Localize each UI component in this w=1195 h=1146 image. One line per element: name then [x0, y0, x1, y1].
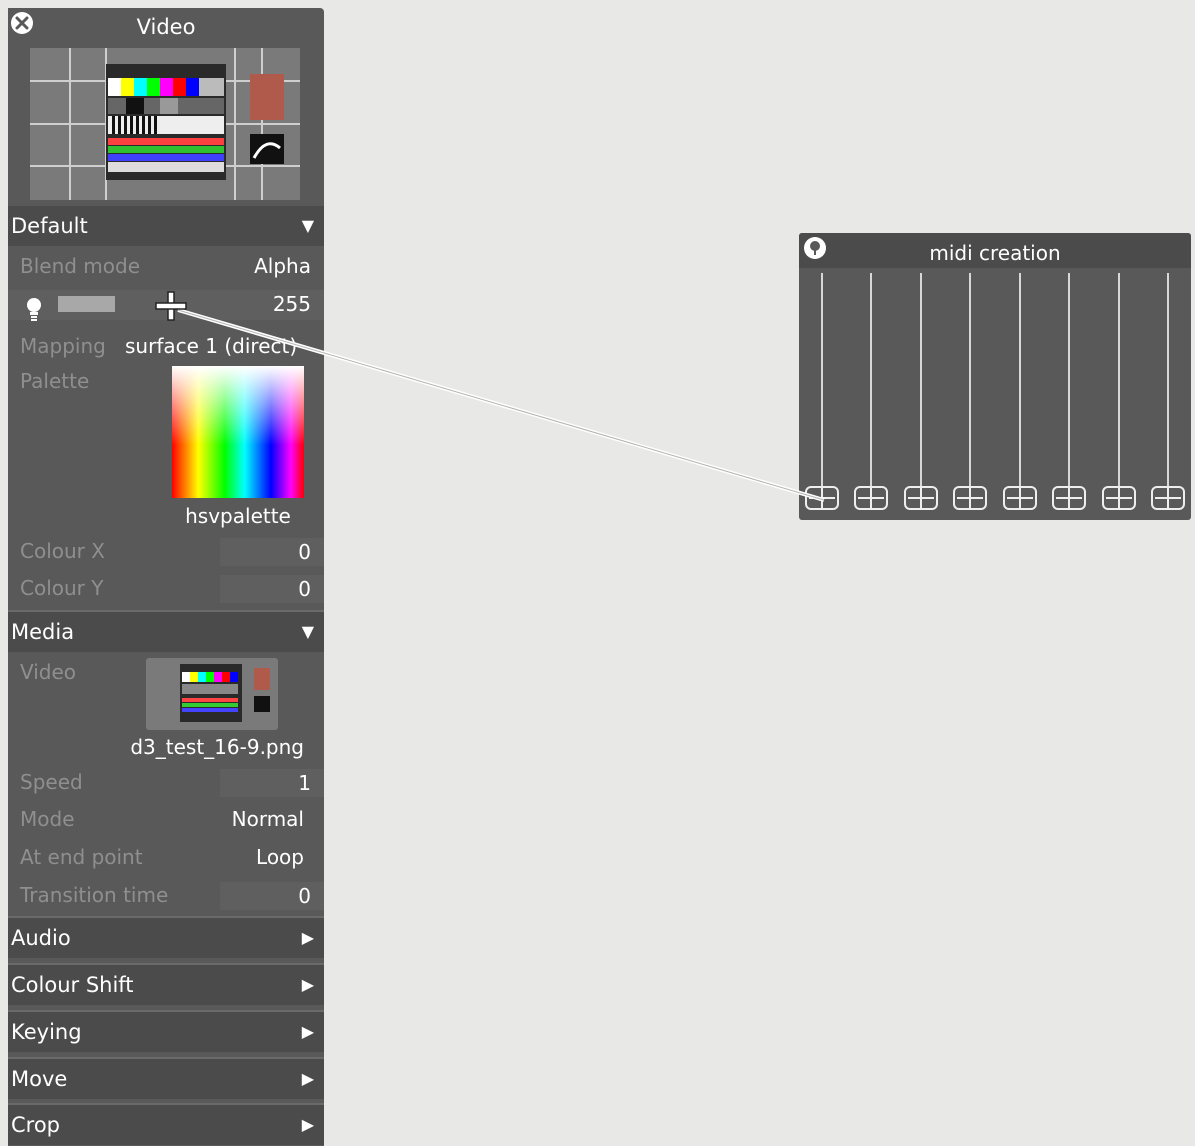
at-end-point-value[interactable]: Loop: [256, 845, 304, 869]
section-header-audio[interactable]: Audio ▶: [8, 918, 324, 958]
colour-x-label: Colour X: [20, 539, 105, 563]
at-end-point-label: At end point: [20, 845, 143, 869]
section-header-move[interactable]: Move ▶: [8, 1059, 324, 1099]
video-panel: Video Default ▼ Blend mode Alpha 255 Map…: [8, 8, 324, 1146]
transition-time-value: 0: [298, 884, 311, 908]
panel-title: Video: [136, 15, 196, 39]
fader-knob[interactable]: [953, 486, 987, 510]
colour-x-value: 0: [298, 540, 311, 564]
section-label: Crop: [11, 1113, 61, 1137]
section-header-keying[interactable]: Keying ▶: [8, 1012, 324, 1052]
fader-track[interactable]: [1068, 273, 1070, 503]
section-header-colour-shift[interactable]: Colour Shift ▶: [8, 965, 324, 1005]
colour-x-field[interactable]: 0: [220, 538, 324, 566]
mode-value[interactable]: Normal: [232, 807, 304, 831]
video-label: Video: [20, 660, 77, 684]
fader-knob[interactable]: [1151, 486, 1185, 510]
mapping-label: Mapping: [20, 334, 106, 358]
section-label: Move: [11, 1067, 68, 1091]
midi-panel-header[interactable]: midi creation: [799, 233, 1191, 268]
speed-field[interactable]: 1: [220, 769, 324, 797]
pin-icon[interactable]: [804, 237, 826, 259]
video-preview-thumbnail[interactable]: [30, 48, 300, 200]
fader-track[interactable]: [821, 273, 823, 503]
transition-time-label: Transition time: [20, 883, 169, 907]
fader-knob[interactable]: [805, 486, 839, 510]
section-label: Colour Shift: [11, 973, 134, 997]
colour-y-field[interactable]: 0: [220, 575, 324, 603]
brightness-slider[interactable]: [58, 296, 115, 312]
blend-mode-label: Blend mode: [20, 254, 141, 278]
colour-y-value: 0: [298, 577, 311, 601]
section-label: Default: [11, 214, 88, 238]
expand-triangle-icon[interactable]: ▶: [302, 1059, 314, 1099]
midi-panel-title: midi creation: [929, 241, 1061, 265]
palette-swatch[interactable]: [172, 366, 304, 498]
section-header-crop[interactable]: Crop ▶: [8, 1105, 324, 1145]
brightness-value[interactable]: 255: [273, 292, 311, 316]
expand-triangle-icon[interactable]: ▶: [302, 1012, 314, 1052]
fader-knob[interactable]: [1102, 486, 1136, 510]
section-label: Media: [11, 620, 75, 644]
palette-name: hsvpalette: [185, 504, 291, 528]
fader-track[interactable]: [1167, 273, 1169, 503]
midi-creation-panel: midi creation: [799, 233, 1191, 520]
fader-track[interactable]: [920, 273, 922, 503]
fader-knob[interactable]: [1003, 486, 1037, 510]
blend-mode-value[interactable]: Alpha: [254, 254, 311, 278]
fader-track[interactable]: [870, 273, 872, 503]
collapse-triangle-icon[interactable]: ▼: [302, 206, 314, 246]
section-label: Keying: [11, 1020, 82, 1044]
mapping-value[interactable]: surface 1 (direct): [125, 334, 297, 358]
mode-label: Mode: [20, 807, 75, 831]
fader-track[interactable]: [1118, 273, 1120, 503]
palette-label: Palette: [20, 369, 90, 393]
lightbulb-icon[interactable]: [24, 296, 44, 326]
fader-track[interactable]: [969, 273, 971, 503]
speed-value: 1: [298, 771, 311, 795]
expand-triangle-icon[interactable]: ▶: [302, 918, 314, 958]
fader-knob[interactable]: [1052, 486, 1086, 510]
fader-knob[interactable]: [904, 486, 938, 510]
collapse-triangle-icon[interactable]: ▼: [302, 612, 314, 652]
expand-triangle-icon[interactable]: ▶: [302, 1105, 314, 1145]
section-header-media[interactable]: Media ▼: [8, 612, 324, 652]
fader-track[interactable]: [1019, 273, 1021, 503]
section-label: Audio: [11, 926, 71, 950]
fader-knob[interactable]: [854, 486, 888, 510]
colour-y-label: Colour Y: [20, 576, 104, 600]
expand-triangle-icon[interactable]: ▶: [302, 965, 314, 1005]
speed-label: Speed: [20, 770, 83, 794]
video-file-name: d3_test_16-9.png: [130, 735, 304, 759]
section-header-default[interactable]: Default ▼: [8, 206, 324, 246]
media-thumbnail[interactable]: [146, 658, 278, 730]
transition-time-field[interactable]: 0: [220, 882, 324, 910]
